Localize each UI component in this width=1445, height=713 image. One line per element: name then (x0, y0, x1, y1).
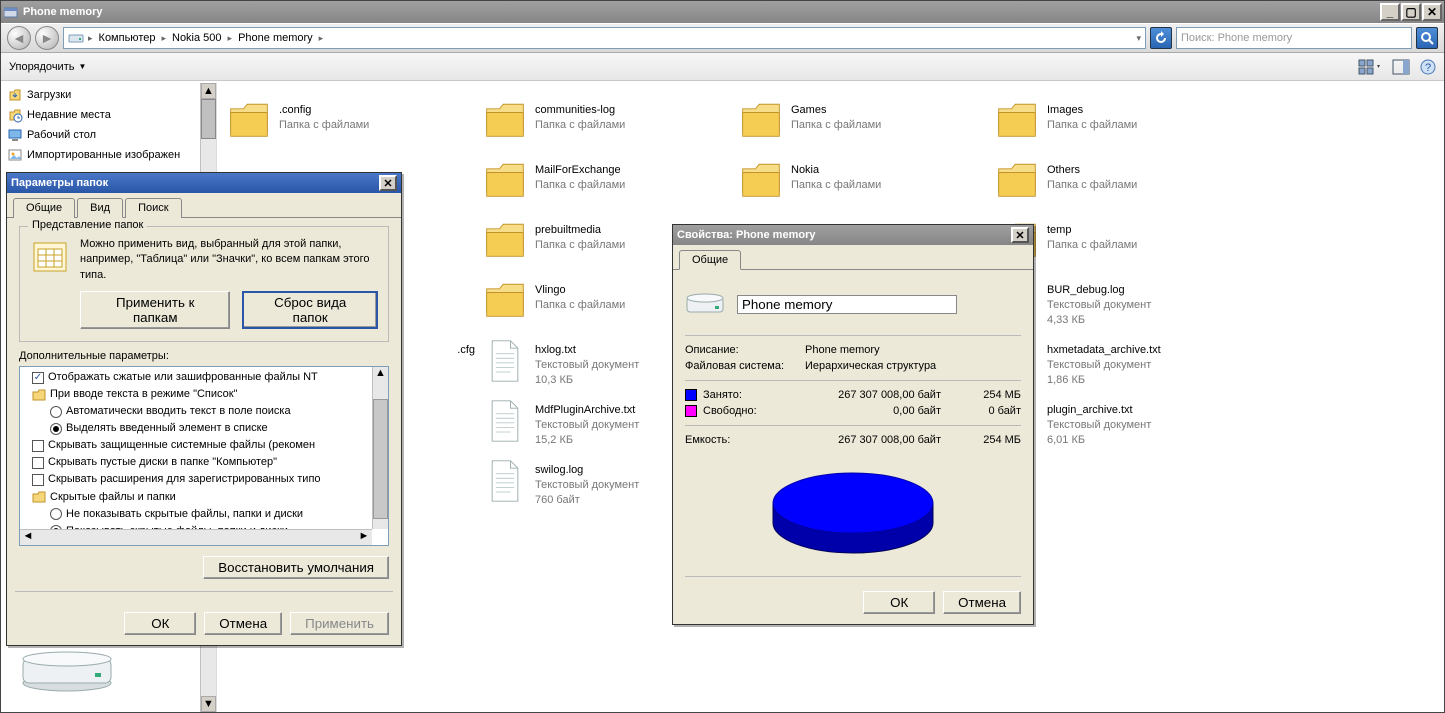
tree-option[interactable]: Не показывать скрытые файлы, папки и дис… (24, 506, 384, 523)
crumb-location[interactable]: Phone memory (236, 32, 315, 44)
organize-menu[interactable]: Упорядочить ▼ (9, 61, 86, 73)
address-dropdown[interactable]: ▾ (1136, 33, 1141, 44)
used-human: 254 МБ (961, 389, 1021, 401)
forward-button[interactable]: ► (35, 26, 59, 50)
tree-option[interactable]: Отображать сжатые или зашифрованные файл… (24, 369, 384, 386)
tree-scroll-v[interactable]: ▲ (372, 367, 388, 529)
search-button[interactable] (1416, 27, 1438, 49)
title-bar[interactable]: Phone memory _ ▢ ✕ (1, 1, 1444, 23)
item-tile[interactable]: NokiaПапка с файлами (735, 153, 991, 209)
folder-options-apply[interactable]: Применить (290, 612, 389, 635)
folder-options-tabs: Общие Вид Поиск (7, 193, 401, 218)
crumb-computer[interactable]: Компьютер (97, 32, 158, 44)
search-placeholder: Поиск: Phone memory (1181, 32, 1292, 44)
tree-option[interactable]: Скрывать пустые диски в папке "Компьютер… (24, 454, 384, 471)
sidebar-item[interactable]: Рабочий стол (3, 125, 214, 145)
item-tile[interactable]: ImagesПапка с файлами (991, 93, 1247, 149)
properties-dialog: Свойства: Phone memory ✕ Общие Описание:… (672, 224, 1034, 625)
folder-view-icon (30, 237, 70, 280)
sidebar-item[interactable]: Импортированные изображен (3, 145, 214, 165)
nav-bar: ◄ ► ▸ Компьютер ▸ Nokia 500 ▸ Phone memo… (1, 23, 1444, 53)
description-value: Phone memory (805, 344, 880, 356)
close-button[interactable]: ✕ (1422, 3, 1442, 21)
usage-pie-chart (685, 448, 1021, 568)
apply-to-folders-button[interactable]: Применить к папкам (80, 291, 230, 329)
reset-folders-button[interactable]: Сброс вида папок (242, 291, 378, 329)
folder-options-close-button[interactable]: ✕ (379, 175, 397, 191)
details-drive-icon (17, 645, 117, 698)
tree-option[interactable]: Выделять введенный элемент в списке (24, 420, 384, 437)
capacity-bytes: 267 307 008,00 байт (805, 434, 961, 446)
toolbar: Упорядочить ▼ ? (1, 53, 1444, 81)
free-human: 0 байт (961, 405, 1021, 417)
sidebar-item[interactable]: Загрузки (3, 85, 214, 105)
folder-options-dialog: Параметры папок ✕ Общие Вид Поиск Предст… (6, 172, 402, 646)
item-tile[interactable]: MailForExchangeПапка с файлами (479, 153, 735, 209)
drive-name-input[interactable] (737, 295, 957, 314)
view-mode-button[interactable] (1358, 59, 1382, 75)
minimize-button[interactable]: _ (1380, 3, 1400, 21)
properties-close-button[interactable]: ✕ (1011, 227, 1029, 243)
properties-cancel[interactable]: Отмена (943, 591, 1021, 614)
tree-option[interactable]: Скрытые файлы и папки (24, 489, 384, 506)
advanced-label: Дополнительные параметры: (19, 350, 389, 362)
advanced-options-tree[interactable]: Отображать сжатые или зашифрованные файл… (19, 366, 389, 546)
restore-defaults-button[interactable]: Восстановить умолчания (203, 556, 389, 579)
item-tile[interactable]: .configПапка с файлами (223, 93, 479, 149)
item-tile[interactable]: communities-logПапка с файлами (479, 93, 735, 149)
tab-view[interactable]: Вид (77, 198, 123, 218)
refresh-button[interactable] (1150, 27, 1172, 49)
folder-options-cancel[interactable]: Отмена (204, 612, 282, 635)
used-bytes: 267 307 008,00 байт (805, 389, 961, 401)
capacity-human: 254 МБ (961, 434, 1021, 446)
app-icon (3, 4, 19, 20)
tree-option[interactable]: Скрывать защищенные системные файлы (рек… (24, 437, 384, 454)
tab-search[interactable]: Поиск (125, 198, 181, 218)
properties-ok[interactable]: ОК (863, 591, 935, 614)
item-tile[interactable]: OthersПапка с файлами (991, 153, 1247, 209)
tree-scroll-h[interactable]: ◄► (20, 529, 372, 545)
back-button[interactable]: ◄ (7, 26, 31, 50)
drive-icon (685, 288, 725, 321)
window-title: Phone memory (23, 6, 102, 18)
drive-icon (68, 30, 84, 47)
free-bytes: 0,00 байт (805, 405, 961, 417)
properties-titlebar[interactable]: Свойства: Phone memory ✕ (673, 225, 1033, 245)
tab-general[interactable]: Общие (13, 198, 75, 218)
item-tile[interactable]: GamesПапка с файлами (735, 93, 991, 149)
tree-option[interactable]: Автоматически вводить текст в поле поиск… (24, 403, 384, 420)
fs-value: Иерархическая структура (805, 360, 936, 372)
help-button[interactable]: ? (1420, 59, 1436, 75)
properties-tab-general[interactable]: Общие (679, 250, 741, 270)
sidebar-item[interactable]: Недавние места (3, 105, 214, 125)
tree-option[interactable]: Скрывать расширения для зарегистрированн… (24, 471, 384, 488)
preview-pane-button[interactable] (1392, 59, 1410, 75)
folder-options-ok[interactable]: ОК (124, 612, 196, 635)
address-bar[interactable]: ▸ Компьютер ▸ Nokia 500 ▸ Phone memory ▸… (63, 27, 1146, 49)
folder-options-titlebar[interactable]: Параметры папок ✕ (7, 173, 401, 193)
search-input[interactable]: Поиск: Phone memory (1176, 27, 1412, 49)
crumb-device[interactable]: Nokia 500 (170, 32, 224, 44)
view-group: Представление папок Можно применить вид,… (19, 226, 389, 342)
maximize-button[interactable]: ▢ (1401, 3, 1421, 21)
tree-option[interactable]: При вводе текста в режиме "Список" (24, 386, 384, 403)
svg-text:?: ? (1425, 62, 1431, 74)
